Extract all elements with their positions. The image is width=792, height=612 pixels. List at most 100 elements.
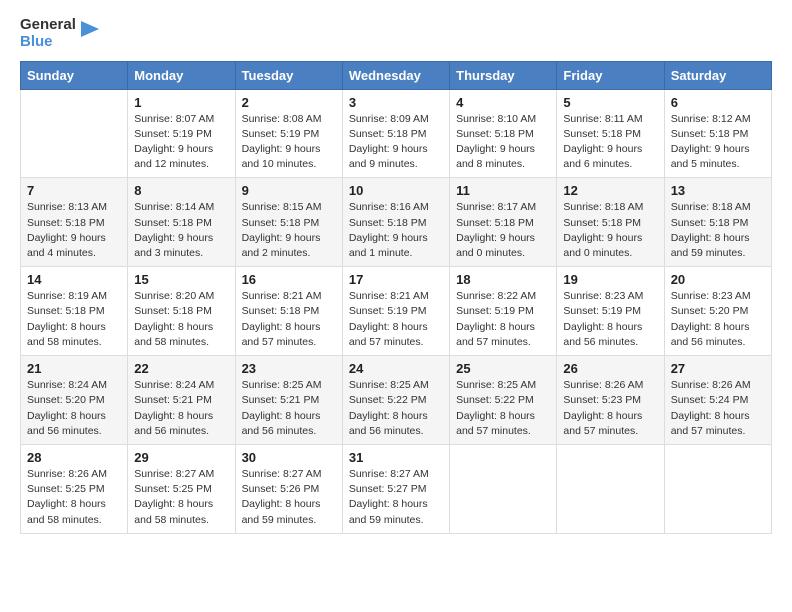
- calendar-week-row: 7 Sunrise: 8:13 AMSunset: 5:18 PMDaylight…: [21, 178, 772, 267]
- calendar-cell: 11 Sunrise: 8:17 AMSunset: 5:18 PMDayligh…: [450, 178, 557, 267]
- page: General Blue SundayMondayTuesdayWednesda…: [0, 0, 792, 612]
- day-number: 22: [134, 361, 228, 376]
- cell-info: Sunrise: 8:13 AMSunset: 5:18 PMDaylight:…: [27, 200, 121, 261]
- day-number: 21: [27, 361, 121, 376]
- day-number: 10: [349, 183, 443, 198]
- calendar-week-row: 21 Sunrise: 8:24 AMSunset: 5:20 PMDayligh…: [21, 356, 772, 445]
- day-number: 14: [27, 272, 121, 287]
- cell-info: Sunrise: 8:27 AMSunset: 5:27 PMDaylight:…: [349, 467, 443, 528]
- cell-info: Sunrise: 8:24 AMSunset: 5:20 PMDaylight:…: [27, 378, 121, 439]
- cell-info: Sunrise: 8:26 AMSunset: 5:24 PMDaylight:…: [671, 378, 765, 439]
- day-number: 4: [456, 95, 550, 110]
- day-number: 6: [671, 95, 765, 110]
- day-number: 24: [349, 361, 443, 376]
- cell-info: Sunrise: 8:26 AMSunset: 5:23 PMDaylight:…: [563, 378, 657, 439]
- day-number: 1: [134, 95, 228, 110]
- day-number: 2: [242, 95, 336, 110]
- cell-info: Sunrise: 8:11 AMSunset: 5:18 PMDaylight:…: [563, 112, 657, 173]
- calendar-cell: 23 Sunrise: 8:25 AMSunset: 5:21 PMDayligh…: [235, 356, 342, 445]
- calendar-cell: 31Sunrise: 8:27 AMSunset: 5:27 PMDayligh…: [342, 445, 449, 534]
- header: General Blue: [20, 16, 772, 51]
- calendar-cell: 3 Sunrise: 8:09 AMSunset: 5:18 PMDaylight…: [342, 89, 449, 178]
- calendar-cell: 26 Sunrise: 8:26 AMSunset: 5:23 PMDayligh…: [557, 356, 664, 445]
- day-number: 7: [27, 183, 121, 198]
- day-number: 20: [671, 272, 765, 287]
- calendar-cell: 7 Sunrise: 8:13 AMSunset: 5:18 PMDaylight…: [21, 178, 128, 267]
- calendar-cell: 29 Sunrise: 8:27 AMSunset: 5:25 PMDayligh…: [128, 445, 235, 534]
- day-number: 9: [242, 183, 336, 198]
- day-number: 13: [671, 183, 765, 198]
- cell-info: Sunrise: 8:20 AMSunset: 5:18 PMDaylight:…: [134, 289, 228, 350]
- calendar-cell: 18Sunrise: 8:22 AMSunset: 5:19 PMDayligh…: [450, 267, 557, 356]
- day-number: 8: [134, 183, 228, 198]
- calendar-week-row: 1 Sunrise: 8:07 AMSunset: 5:19 PMDaylight…: [21, 89, 772, 178]
- weekday-header-cell: Monday: [128, 61, 235, 89]
- day-number: 15: [134, 272, 228, 287]
- calendar-cell: 20 Sunrise: 8:23 AMSunset: 5:20 PMDayligh…: [664, 267, 771, 356]
- day-number: 18: [456, 272, 550, 287]
- calendar-cell: 13Sunrise: 8:18 AMSunset: 5:18 PMDayligh…: [664, 178, 771, 267]
- logo-flag-icon: [79, 19, 99, 47]
- calendar-cell: [21, 89, 128, 178]
- weekday-header-row: SundayMondayTuesdayWednesdayThursdayFrid…: [21, 61, 772, 89]
- cell-info: Sunrise: 8:18 AMSunset: 5:18 PMDaylight:…: [563, 200, 657, 261]
- cell-info: Sunrise: 8:25 AMSunset: 5:21 PMDaylight:…: [242, 378, 336, 439]
- calendar-cell: 9Sunrise: 8:15 AMSunset: 5:18 PMDaylight…: [235, 178, 342, 267]
- calendar-cell: 4Sunrise: 8:10 AMSunset: 5:18 PMDaylight…: [450, 89, 557, 178]
- weekday-header-cell: Thursday: [450, 61, 557, 89]
- cell-info: Sunrise: 8:08 AMSunset: 5:19 PMDaylight:…: [242, 112, 336, 173]
- calendar-week-row: 28Sunrise: 8:26 AMSunset: 5:25 PMDayligh…: [21, 445, 772, 534]
- day-number: 29: [134, 450, 228, 465]
- cell-info: Sunrise: 8:27 AMSunset: 5:25 PMDaylight:…: [134, 467, 228, 528]
- day-number: 23: [242, 361, 336, 376]
- cell-info: Sunrise: 8:16 AMSunset: 5:18 PMDaylight:…: [349, 200, 443, 261]
- calendar-cell: 21 Sunrise: 8:24 AMSunset: 5:20 PMDayligh…: [21, 356, 128, 445]
- cell-info: Sunrise: 8:12 AMSunset: 5:18 PMDaylight:…: [671, 112, 765, 173]
- calendar-cell: [557, 445, 664, 534]
- cell-info: Sunrise: 8:25 AMSunset: 5:22 PMDaylight:…: [349, 378, 443, 439]
- day-number: 5: [563, 95, 657, 110]
- calendar-cell: 14Sunrise: 8:19 AMSunset: 5:18 PMDayligh…: [21, 267, 128, 356]
- weekday-header-cell: Wednesday: [342, 61, 449, 89]
- weekday-header-cell: Friday: [557, 61, 664, 89]
- cell-info: Sunrise: 8:09 AMSunset: 5:18 PMDaylight:…: [349, 112, 443, 173]
- day-number: 28: [27, 450, 121, 465]
- logo: General Blue: [20, 16, 99, 51]
- calendar-cell: 2 Sunrise: 8:08 AMSunset: 5:19 PMDaylight…: [235, 89, 342, 178]
- calendar-cell: 28Sunrise: 8:26 AMSunset: 5:25 PMDayligh…: [21, 445, 128, 534]
- calendar-cell: [450, 445, 557, 534]
- cell-info: Sunrise: 8:25 AMSunset: 5:22 PMDaylight:…: [456, 378, 550, 439]
- calendar-cell: 25 Sunrise: 8:25 AMSunset: 5:22 PMDayligh…: [450, 356, 557, 445]
- cell-info: Sunrise: 8:23 AMSunset: 5:19 PMDaylight:…: [563, 289, 657, 350]
- weekday-header-cell: Tuesday: [235, 61, 342, 89]
- calendar-cell: 24 Sunrise: 8:25 AMSunset: 5:22 PMDayligh…: [342, 356, 449, 445]
- cell-info: Sunrise: 8:27 AMSunset: 5:26 PMDaylight:…: [242, 467, 336, 528]
- calendar-cell: 19 Sunrise: 8:23 AMSunset: 5:19 PMDayligh…: [557, 267, 664, 356]
- calendar-cell: 5 Sunrise: 8:11 AMSunset: 5:18 PMDaylight…: [557, 89, 664, 178]
- calendar-cell: 30Sunrise: 8:27 AMSunset: 5:26 PMDayligh…: [235, 445, 342, 534]
- day-number: 26: [563, 361, 657, 376]
- logo-line1: General: [20, 16, 76, 33]
- day-number: 17: [349, 272, 443, 287]
- cell-info: Sunrise: 8:24 AMSunset: 5:21 PMDaylight:…: [134, 378, 228, 439]
- calendar-cell: 22 Sunrise: 8:24 AMSunset: 5:21 PMDayligh…: [128, 356, 235, 445]
- calendar-table: SundayMondayTuesdayWednesdayThursdayFrid…: [20, 61, 772, 534]
- calendar-cell: 6 Sunrise: 8:12 AMSunset: 5:18 PMDaylight…: [664, 89, 771, 178]
- cell-info: Sunrise: 8:21 AMSunset: 5:18 PMDaylight:…: [242, 289, 336, 350]
- cell-info: Sunrise: 8:14 AMSunset: 5:18 PMDaylight:…: [134, 200, 228, 261]
- day-number: 27: [671, 361, 765, 376]
- calendar-week-row: 14Sunrise: 8:19 AMSunset: 5:18 PMDayligh…: [21, 267, 772, 356]
- day-number: 3: [349, 95, 443, 110]
- calendar-cell: 12 Sunrise: 8:18 AMSunset: 5:18 PMDayligh…: [557, 178, 664, 267]
- day-number: 12: [563, 183, 657, 198]
- cell-info: Sunrise: 8:07 AMSunset: 5:19 PMDaylight:…: [134, 112, 228, 173]
- calendar-cell: 16Sunrise: 8:21 AMSunset: 5:18 PMDayligh…: [235, 267, 342, 356]
- calendar-cell: 1 Sunrise: 8:07 AMSunset: 5:19 PMDaylight…: [128, 89, 235, 178]
- day-number: 25: [456, 361, 550, 376]
- calendar-cell: 27 Sunrise: 8:26 AMSunset: 5:24 PMDayligh…: [664, 356, 771, 445]
- day-number: 19: [563, 272, 657, 287]
- calendar-cell: [664, 445, 771, 534]
- cell-info: Sunrise: 8:17 AMSunset: 5:18 PMDaylight:…: [456, 200, 550, 261]
- cell-info: Sunrise: 8:23 AMSunset: 5:20 PMDaylight:…: [671, 289, 765, 350]
- day-number: 11: [456, 183, 550, 198]
